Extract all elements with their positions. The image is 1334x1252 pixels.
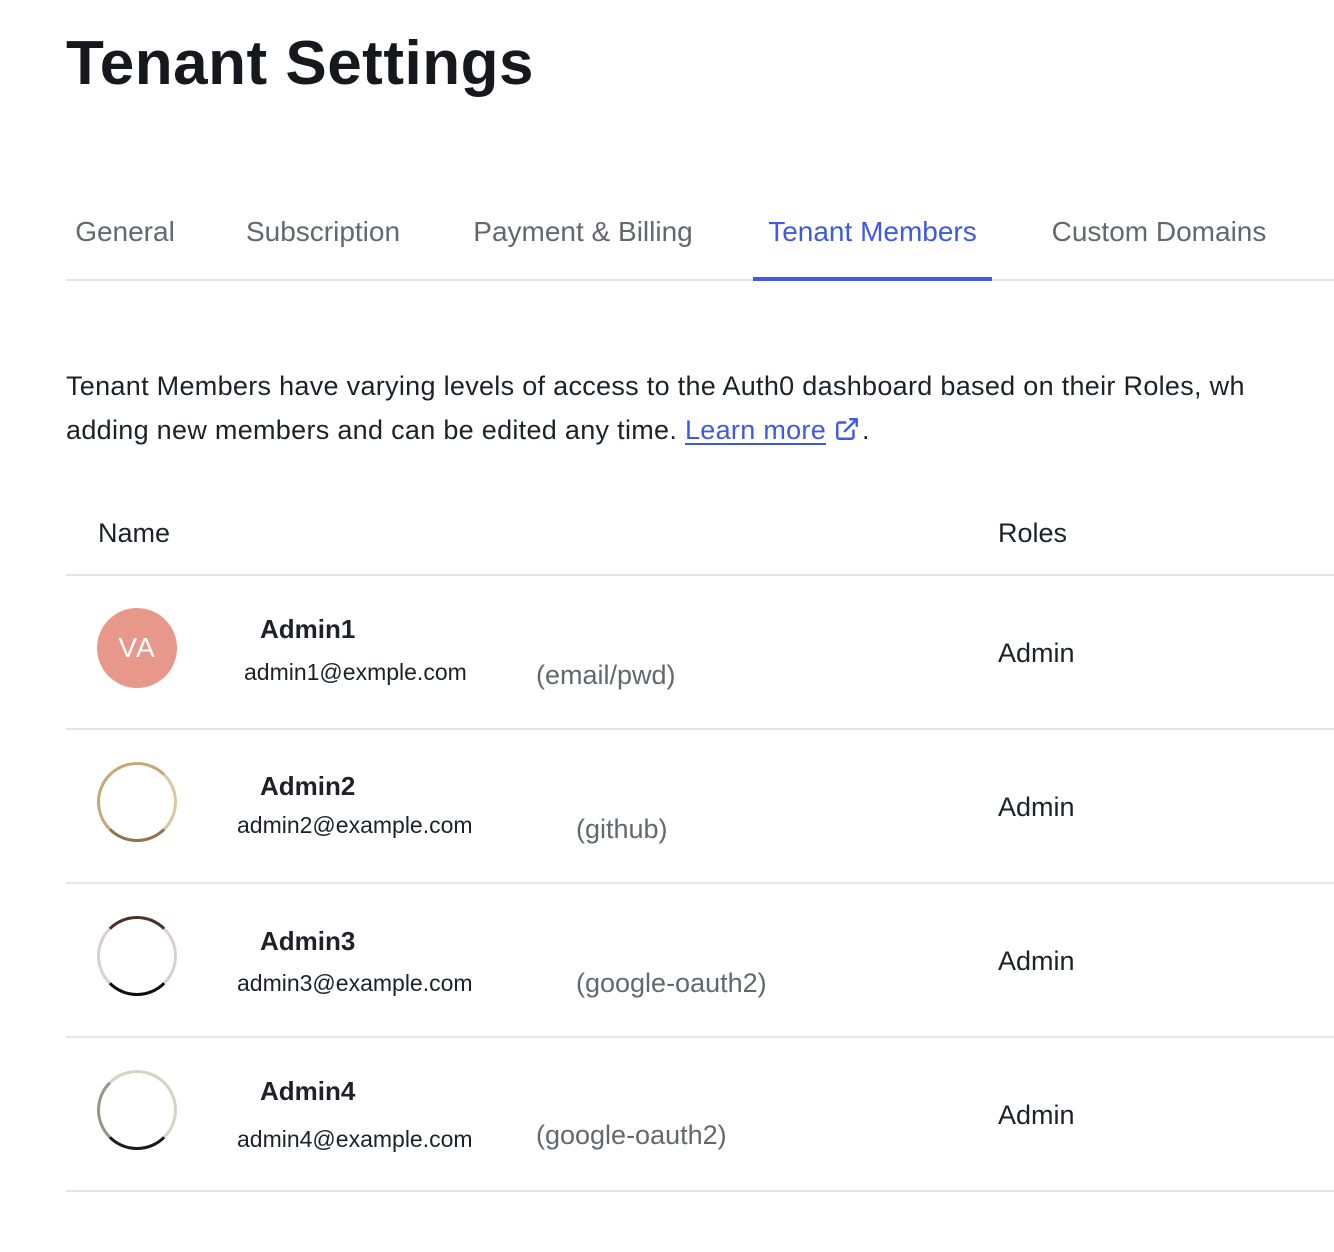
learn-more-link[interactable]: Learn more — [685, 415, 826, 445]
member-email: admin3@example.com — [237, 970, 473, 996]
member-role: Admin — [998, 1100, 1075, 1130]
member-name: Admin4 — [260, 1076, 356, 1106]
member-name: Admin2 — [260, 771, 356, 801]
column-header-name: Name — [98, 518, 171, 548]
description-line-2: adding new members and can be edited any… — [66, 408, 1334, 455]
member-role: Admin — [998, 792, 1075, 822]
avatar — [97, 762, 177, 842]
row-divider — [66, 1190, 1334, 1192]
table-row[interactable]: Admin3 admin3@example.com (google-oauth2… — [66, 884, 1334, 1038]
member-connection: (google-oauth2) — [536, 1120, 727, 1150]
page-title: Tenant Settings — [66, 29, 534, 98]
table-row[interactable]: Admin4 admin4@example.com (google-oauth2… — [66, 1038, 1334, 1192]
description-period: . — [862, 415, 870, 445]
column-header-roles: Roles — [998, 518, 1068, 548]
member-connection: (github) — [576, 814, 668, 844]
tab-subscription[interactable]: Subscription — [233, 196, 413, 279]
member-email: admin4@example.com — [237, 1126, 473, 1152]
member-name: Admin3 — [260, 926, 356, 956]
member-email: admin1@exmple.com — [244, 659, 467, 685]
tenant-settings-page: Tenant Settings General Subscription Pay… — [0, 0, 1334, 1252]
description-line-2-text: adding new members and can be edited any… — [66, 415, 685, 445]
tab-general[interactable]: General — [66, 196, 184, 279]
avatar — [97, 916, 177, 996]
table-row[interactable]: Admin2 admin2@example.com (github) Admin — [66, 730, 1334, 884]
tab-payment-billing[interactable]: Payment & Billing — [462, 196, 704, 279]
member-role: Admin — [998, 638, 1075, 668]
settings-tabs: General Subscription Payment & Billing T… — [66, 196, 1334, 281]
tab-tenant-members[interactable]: Tenant Members — [753, 196, 992, 281]
description-line-1: Tenant Members have varying levels of ac… — [66, 371, 1245, 401]
member-name: Admin1 — [260, 614, 356, 644]
external-link-icon[interactable] — [834, 411, 860, 455]
table-row[interactable]: VA Admin1 admin1@exmple.com (email/pwd) … — [66, 576, 1334, 730]
avatar — [97, 1070, 177, 1150]
member-role: Admin — [998, 946, 1075, 976]
tenant-members-description: Tenant Members have varying levels of ac… — [66, 364, 1334, 455]
avatar: VA — [97, 608, 177, 688]
member-email: admin2@example.com — [237, 812, 473, 838]
member-connection: (email/pwd) — [536, 660, 676, 690]
tab-custom-domains[interactable]: Custom Domains — [1041, 196, 1277, 279]
member-connection: (google-oauth2) — [576, 968, 767, 998]
